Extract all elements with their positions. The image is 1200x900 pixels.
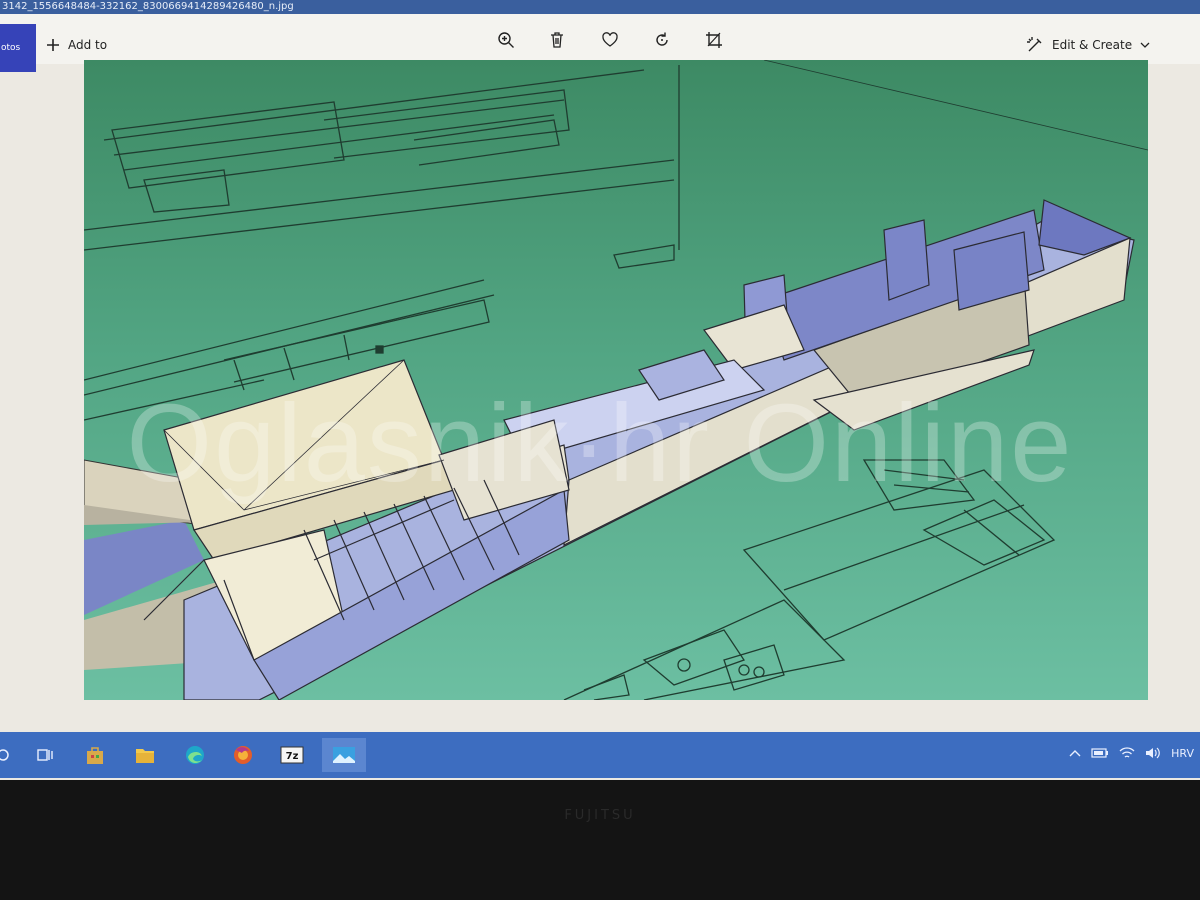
floor-plan-lines-top [84, 65, 680, 269]
sketchup-model-render [84, 60, 1148, 700]
window-title-bar: 3142_1556648484-332162_83006694142894264… [0, 0, 1200, 14]
photos-toolbar: otos Add to Edit & Create [0, 14, 1200, 72]
task-view-button[interactable] [28, 738, 62, 772]
svg-text:7z: 7z [286, 751, 299, 762]
file-explorer-button[interactable] [128, 738, 162, 772]
photos-app-label: otos [1, 43, 21, 53]
rotate-button[interactable] [650, 28, 674, 52]
store-button[interactable] [78, 738, 112, 772]
task-view-icon [37, 749, 53, 761]
chevron-up-icon[interactable] [1069, 748, 1081, 758]
edge-icon [186, 746, 204, 764]
monitor-brand-logo: FUJITSU [564, 808, 636, 823]
photos-taskbar-button[interactable] [322, 738, 366, 772]
volume-icon[interactable] [1145, 746, 1161, 760]
rotate-icon [656, 32, 668, 46]
heart-icon [602, 32, 618, 47]
photos-app-badge[interactable]: otos [0, 24, 36, 72]
firefox-icon [234, 746, 252, 764]
store-icon [87, 747, 103, 764]
battery-icon[interactable] [1091, 748, 1109, 758]
taskbar: 7z HRV [0, 732, 1200, 778]
edit-create-label: Edit & Create [1052, 38, 1133, 52]
delete-icon [551, 32, 563, 48]
edit-create-button[interactable]: Edit & Create [1026, 34, 1150, 56]
plus-icon [47, 39, 59, 51]
add-to-button[interactable]: Add to [46, 34, 107, 56]
monitor-screen: 3142_1556648484-332162_83006694142894264… [0, 0, 1200, 780]
crop-button[interactable] [702, 28, 726, 52]
input-language[interactable]: HRV [1171, 747, 1194, 760]
system-tray: HRV [1069, 746, 1194, 760]
photo-viewer[interactable] [84, 60, 1148, 700]
chevron-down-icon [1140, 42, 1150, 48]
window-title: 3142_1556648484-332162_83006694142894264… [2, 1, 294, 12]
7zip-button[interactable]: 7z [275, 738, 309, 772]
folder-icon [136, 749, 154, 763]
photos-icon [333, 747, 355, 763]
delete-button[interactable] [545, 28, 569, 52]
zoom-in-icon [498, 32, 514, 48]
edit-create-icon [1027, 37, 1042, 52]
7zip-icon: 7z [280, 746, 304, 764]
start-button[interactable] [0, 738, 20, 772]
firefox-button[interactable] [226, 738, 260, 772]
zoom-in-button[interactable] [494, 28, 518, 52]
crop-icon [706, 32, 722, 48]
add-to-label: Add to [68, 38, 108, 52]
favorite-button[interactable] [598, 28, 622, 52]
building-model [143, 199, 1135, 700]
edge-browser-button[interactable] [178, 738, 212, 772]
search-circle-icon [0, 749, 9, 761]
wifi-icon[interactable] [1119, 746, 1135, 760]
